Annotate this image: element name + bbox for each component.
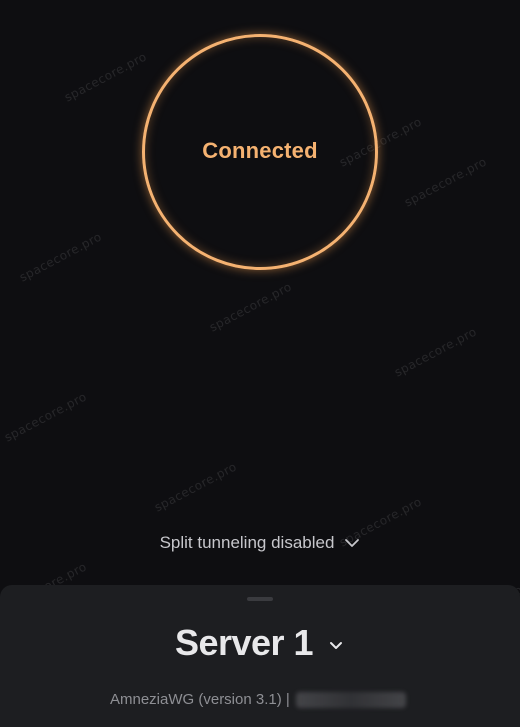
server-bottom-sheet[interactable]: Server 1 AmneziaWG (version 3.1) | [0, 585, 520, 727]
watermark: spacecore.pro [207, 279, 295, 335]
drag-handle[interactable] [247, 597, 273, 601]
watermark: spacecore.pro [17, 229, 105, 285]
chevron-down-icon [344, 535, 360, 551]
vpn-home-screen: spacecore.pro spacecore.pro spacecore.pr… [0, 0, 520, 727]
chevron-down-icon [327, 636, 345, 654]
watermark: spacecore.pro [62, 49, 150, 105]
connection-status-label: Connected [202, 138, 318, 163]
watermark: spacecore.pro [392, 324, 480, 380]
redacted-ip-address [295, 691, 406, 708]
server-description: AmneziaWG (version 3.1) | [110, 691, 406, 708]
connect-button[interactable]: Connected [142, 34, 378, 270]
server-selector[interactable]: Server 1 [0, 621, 520, 665]
watermark: spacecore.pro [2, 389, 90, 445]
server-protocol-text: AmneziaWG (version 3.1) | [110, 691, 290, 708]
watermark: spacecore.pro [152, 459, 240, 515]
server-name: Server 1 [174, 622, 314, 663]
split-tunneling-selector[interactable]: Split tunneling disabled [0, 528, 520, 558]
split-tunneling-label: Split tunneling disabled [159, 533, 335, 552]
watermark: spacecore.pro [402, 154, 490, 210]
